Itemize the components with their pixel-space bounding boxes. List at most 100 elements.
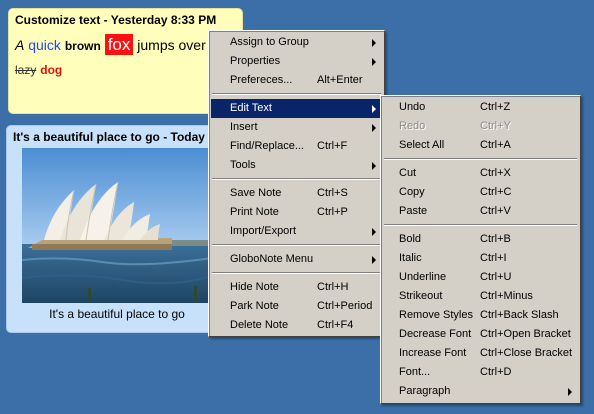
menu-item-shortcut: Ctrl+B: [480, 233, 511, 245]
menu-item-label: Delete Note: [230, 319, 289, 331]
menu-item-find-replace[interactable]: Find/Replace... Ctrl+F: [211, 137, 382, 156]
menu-item-select-all[interactable]: Select All Ctrl+A: [383, 136, 578, 155]
menu-item-italic[interactable]: Italic Ctrl+I: [383, 249, 578, 268]
menu-item-shortcut: Ctrl+Minus: [480, 290, 533, 302]
menu-item-label: Park Note: [230, 300, 279, 312]
menu-item-shortcut: Ctrl+Open Bracket: [480, 328, 571, 340]
word-quick: quick: [28, 37, 61, 53]
menu-item-strikeout[interactable]: Strikeout Ctrl+Minus: [383, 287, 578, 306]
submenu-arrow-icon: [568, 388, 572, 396]
menu-item-label: Italic: [399, 252, 422, 264]
menu-item-undo[interactable]: Undo Ctrl+Z: [383, 98, 578, 117]
menu-item-label: Decrease Font: [399, 328, 472, 340]
menu-item-shortcut: Ctrl+Period: [317, 300, 373, 312]
menu-item-shortcut: Ctrl+S: [317, 187, 348, 199]
menu-item-label: Prefereces...: [230, 74, 293, 86]
word-a: A: [15, 37, 25, 53]
menu-item-edit-text[interactable]: Edit Text: [211, 99, 382, 118]
menu-item-label: Save Note: [230, 187, 282, 199]
menu-item-increase-font[interactable]: Increase Font Ctrl+Close Bracket: [383, 344, 578, 363]
menu-item-shortcut: Ctrl+X: [480, 167, 511, 179]
menu-item-paste[interactable]: Paste Ctrl+V: [383, 202, 578, 221]
menu-item-delete-note[interactable]: Delete Note Ctrl+F4: [211, 316, 382, 335]
menu-item-label: Properties: [230, 55, 281, 67]
menu-item-shortcut: Ctrl+H: [317, 281, 349, 293]
menu-item-hide-note[interactable]: Hide Note Ctrl+H: [211, 278, 382, 297]
menu-item-shortcut: Ctrl+P: [317, 206, 348, 218]
edit-text-submenu: Undo Ctrl+Z Redo Ctrl+Y Select All Ctrl+…: [380, 95, 581, 404]
word-fox: fox: [104, 34, 134, 55]
menu-item-decrease-font[interactable]: Decrease Font Ctrl+Open Bracket: [383, 325, 578, 344]
word-brown: brown: [64, 39, 101, 53]
menu-item-label: Select All: [399, 139, 445, 151]
word-lazy: lazy: [15, 63, 37, 77]
menu-item-label: Remove Styles: [399, 309, 473, 321]
menu-item-label: Edit Text: [230, 102, 272, 114]
menu-item-insert[interactable]: Insert: [211, 118, 382, 137]
menu-item-label: Assign to Group: [230, 36, 309, 48]
submenu-arrow-icon: [372, 105, 376, 113]
note-text-area[interactable]: A quick brown fox jumps over lazy dog: [15, 33, 215, 82]
menu-item-remove-styles[interactable]: Remove Styles Ctrl+Back Slash: [383, 306, 578, 325]
menu-item-label: Find/Replace...: [230, 140, 304, 152]
menu-item-label: Underline: [399, 271, 447, 283]
menu-item-print-note[interactable]: Print Note Ctrl+P: [211, 203, 382, 222]
menu-item-shortcut: Ctrl+Close Bracket: [480, 347, 573, 359]
menu-item-park-note[interactable]: Park Note Ctrl+Period: [211, 297, 382, 316]
menu-item-shortcut: Ctrl+I: [480, 252, 507, 264]
menu-item-shortcut: Ctrl+U: [480, 271, 512, 283]
submenu-arrow-icon: [372, 39, 376, 47]
menu-separator: [211, 90, 382, 99]
menu-item-label: Paragraph: [399, 385, 451, 397]
menu-separator: [211, 241, 382, 250]
menu-item-shortcut: Ctrl+V: [480, 205, 511, 217]
menu-item-font[interactable]: Font... Ctrl+D: [383, 363, 578, 382]
menu-item-label: Bold: [399, 233, 422, 245]
menu-item-bold[interactable]: Bold Ctrl+B: [383, 230, 578, 249]
menu-item-shortcut: Ctrl+Y: [480, 120, 511, 132]
menu-item-tools[interactable]: Tools: [211, 156, 382, 175]
menu-item-label: Increase Font: [399, 347, 467, 359]
submenu-arrow-icon: [372, 256, 376, 264]
menu-item-shortcut: Ctrl+D: [480, 366, 512, 378]
menu-item-redo: Redo Ctrl+Y: [383, 117, 578, 136]
menu-item-assign-to-group[interactable]: Assign to Group: [211, 33, 382, 52]
photo-caption: It's a beautiful place to go: [49, 307, 185, 321]
menu-item-label: Tools: [230, 159, 256, 171]
menu-item-import-export[interactable]: Import/Export: [211, 222, 382, 241]
note-title[interactable]: It's a beautiful place to go - Today 1: [13, 130, 215, 144]
menu-item-label: Paste: [399, 205, 428, 217]
menu-item-save-note[interactable]: Save Note Ctrl+S: [211, 184, 382, 203]
menu-item-cut[interactable]: Cut Ctrl+X: [383, 164, 578, 183]
note-context-menu: Assign to Group Properties Prefereces...…: [208, 30, 385, 337]
word-dog: dog: [40, 63, 63, 77]
menu-item-copy[interactable]: Copy Ctrl+C: [383, 183, 578, 202]
menu-item-globonote-menu[interactable]: GloboNote Menu: [211, 250, 382, 269]
opera-house-photo: [22, 148, 212, 303]
menu-item-preferences[interactable]: Prefereces... Alt+Enter: [211, 71, 382, 90]
menu-item-label: Print Note: [230, 206, 279, 218]
menu-item-underline[interactable]: Underline Ctrl+U: [383, 268, 578, 287]
menu-item-label: Import/Export: [230, 225, 297, 237]
menu-separator: [383, 221, 578, 230]
submenu-arrow-icon: [372, 124, 376, 132]
submenu-arrow-icon: [372, 162, 376, 170]
submenu-arrow-icon: [372, 228, 376, 236]
menu-item-shortcut: Ctrl+F4: [317, 319, 354, 331]
menu-item-label: Cut: [399, 167, 417, 179]
note-title[interactable]: Customize text - Yesterday 8:33 PM: [15, 13, 216, 27]
menu-item-paragraph[interactable]: Paragraph: [383, 382, 578, 401]
menu-separator: [211, 269, 382, 278]
menu-item-label: Copy: [399, 186, 425, 198]
menu-item-shortcut: Alt+Enter: [317, 74, 363, 86]
menu-item-shortcut: Ctrl+F: [317, 140, 348, 152]
menu-item-label: GloboNote Menu: [230, 253, 314, 265]
menu-item-label: Insert: [230, 121, 258, 133]
submenu-arrow-icon: [372, 58, 376, 66]
menu-separator: [211, 175, 382, 184]
menu-item-properties[interactable]: Properties: [211, 52, 382, 71]
word-jumps-over: jumps over: [137, 37, 206, 53]
menu-item-shortcut: Ctrl+Z: [480, 101, 511, 113]
menu-item-shortcut: Ctrl+A: [480, 139, 511, 151]
menu-item-label: Hide Note: [230, 281, 279, 293]
